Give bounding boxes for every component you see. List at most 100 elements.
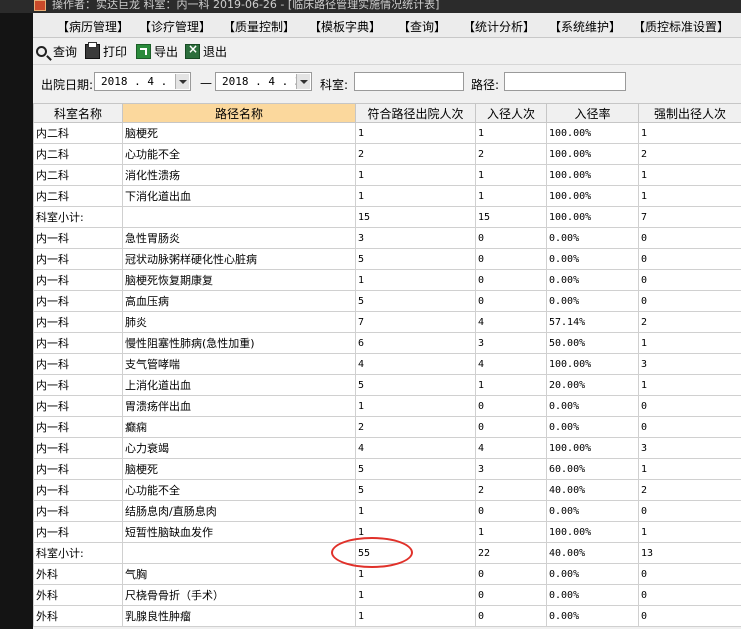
cell-forced-exit[interactable]: 0 <box>638 584 741 606</box>
cell-forced-exit[interactable]: 0 <box>638 416 741 438</box>
cell-enrollment-rate[interactable]: 0.00% <box>546 227 639 249</box>
cell-enrollment-rate[interactable]: 0.00% <box>546 500 639 522</box>
cell-enrolled[interactable]: 3 <box>475 332 547 354</box>
cell-pathway-name[interactable]: 气胸 <box>122 563 356 585</box>
cell-enrolled[interactable]: 0 <box>475 227 547 249</box>
cell-enrolled[interactable]: 1 <box>475 122 547 144</box>
cell-department[interactable]: 内一科 <box>33 248 123 270</box>
subtotal-row[interactable]: 科室小计: 55 22 40.00% 13 <box>33 542 741 564</box>
cell-department[interactable]: 内一科 <box>33 479 123 501</box>
cell-pathway-name[interactable]: 上消化道出血 <box>122 374 356 396</box>
cell-eligible-discharges[interactable]: 3 <box>355 227 476 249</box>
cell-enrollment-rate[interactable]: 100.00% <box>546 206 639 228</box>
menu-template-dictionary[interactable]: 【模板字典】 <box>309 18 381 35</box>
cell-eligible-discharges[interactable]: 1 <box>355 563 476 585</box>
cell-pathway-name[interactable]: 尺桡骨骨折（手术） <box>122 584 356 606</box>
cell-enrolled[interactable]: 4 <box>475 311 547 333</box>
cell-enrolled[interactable]: 0 <box>475 248 547 270</box>
cell-department[interactable]: 内二科 <box>33 143 123 165</box>
cell-enrolled[interactable]: 1 <box>475 185 547 207</box>
cell-forced-exit[interactable]: 0 <box>638 395 741 417</box>
cell-enrolled[interactable]: 15 <box>475 206 547 228</box>
cell-department[interactable]: 内一科 <box>33 416 123 438</box>
cell-enrolled[interactable]: 0 <box>475 269 547 291</box>
col-header-forced-exit[interactable]: 强制出径人次 <box>638 103 741 123</box>
cell-enrollment-rate[interactable]: 100.00% <box>546 143 639 165</box>
cell-pathway-name[interactable]: 脑梗死 <box>122 458 356 480</box>
col-header-pathway-name[interactable]: 路径名称 <box>122 103 356 123</box>
cell-forced-exit[interactable]: 0 <box>638 500 741 522</box>
cell-department[interactable]: 内一科 <box>33 395 123 417</box>
cell-enrolled[interactable]: 4 <box>475 437 547 459</box>
cell-enrollment-rate[interactable]: 20.00% <box>546 374 639 396</box>
cell-department[interactable]: 内一科 <box>33 227 123 249</box>
cell-department[interactable]: 内一科 <box>33 437 123 459</box>
cell-forced-exit[interactable]: 7 <box>638 206 741 228</box>
cell-department[interactable]: 内一科 <box>33 521 123 543</box>
query-button[interactable]: 查询 <box>36 43 77 59</box>
cell-pathway-name[interactable]: 乳腺良性肿瘤 <box>122 605 356 627</box>
cell-forced-exit[interactable]: 0 <box>638 563 741 585</box>
cell-department[interactable]: 外科 <box>33 584 123 606</box>
cell-enrolled[interactable]: 4 <box>475 353 547 375</box>
cell-department[interactable]: 内二科 <box>33 164 123 186</box>
cell-department[interactable]: 内二科 <box>33 122 123 144</box>
department-input[interactable] <box>354 72 464 91</box>
cell-forced-exit[interactable]: 1 <box>638 164 741 186</box>
cell-pathway-name[interactable]: 心力衰竭 <box>122 437 356 459</box>
cell-department[interactable]: 内一科 <box>33 458 123 480</box>
cell-eligible-discharges[interactable]: 15 <box>355 206 476 228</box>
table-row[interactable]: 外科 尺桡骨骨折（手术） 1 0 0.00% 0 <box>33 584 741 606</box>
cell-enrolled[interactable]: 1 <box>475 164 547 186</box>
table-row[interactable]: 内一科 脑梗死恢复期康复 1 0 0.00% 0 <box>33 269 741 291</box>
cell-department[interactable]: 内一科 <box>33 269 123 291</box>
cell-enrolled[interactable]: 3 <box>475 458 547 480</box>
pathway-input[interactable] <box>504 72 626 91</box>
cell-eligible-discharges[interactable]: 1 <box>355 269 476 291</box>
cell-enrollment-rate[interactable]: 0.00% <box>546 416 639 438</box>
cell-eligible-discharges[interactable]: 5 <box>355 479 476 501</box>
cell-pathway-name[interactable]: 冠状动脉粥样硬化性心脏病 <box>122 248 356 270</box>
cell-pathway-name[interactable] <box>122 206 356 228</box>
date-from-picker[interactable]: 2018 . 4 . 1 <box>94 72 191 91</box>
cell-pathway-name[interactable]: 胃溃疡伴出血 <box>122 395 356 417</box>
table-row[interactable]: 内二科 下消化道出血 1 1 100.00% 1 <box>33 185 741 207</box>
cell-eligible-discharges[interactable]: 1 <box>355 395 476 417</box>
cell-department[interactable]: 外科 <box>33 605 123 627</box>
cell-pathway-name[interactable]: 癫痫 <box>122 416 356 438</box>
table-row[interactable]: 内一科 短暂性脑缺血发作 1 1 100.00% 1 <box>33 521 741 543</box>
col-header-eligible-discharges[interactable]: 符合路径出院人次 <box>355 103 476 123</box>
cell-eligible-discharges[interactable]: 5 <box>355 248 476 270</box>
cell-forced-exit[interactable]: 13 <box>638 542 741 564</box>
table-row[interactable]: 内一科 心力衰竭 4 4 100.00% 3 <box>33 437 741 459</box>
cell-pathway-name[interactable] <box>122 542 356 564</box>
cell-enrolled[interactable]: 1 <box>475 521 547 543</box>
col-header-department[interactable]: 科室名称 <box>33 103 123 123</box>
cell-forced-exit[interactable]: 3 <box>638 353 741 375</box>
date-to-picker[interactable]: 2018 . 4 . 30 <box>215 72 312 91</box>
cell-eligible-discharges[interactable]: 1 <box>355 521 476 543</box>
cell-pathway-name[interactable]: 下消化道出血 <box>122 185 356 207</box>
cell-forced-exit[interactable]: 2 <box>638 143 741 165</box>
cell-enrollment-rate[interactable]: 100.00% <box>546 122 639 144</box>
cell-enrolled[interactable]: 0 <box>475 563 547 585</box>
cell-pathway-name[interactable]: 消化性溃疡 <box>122 164 356 186</box>
cell-forced-exit[interactable]: 3 <box>638 437 741 459</box>
cell-enrollment-rate[interactable]: 57.14% <box>546 311 639 333</box>
cell-enrolled[interactable]: 0 <box>475 416 547 438</box>
cell-department[interactable]: 内一科 <box>33 374 123 396</box>
cell-enrollment-rate[interactable]: 40.00% <box>546 542 639 564</box>
cell-forced-exit[interactable]: 1 <box>638 122 741 144</box>
menu-quality-control[interactable]: 【质量控制】 <box>223 18 295 35</box>
cell-enrolled[interactable]: 0 <box>475 290 547 312</box>
cell-eligible-discharges[interactable]: 6 <box>355 332 476 354</box>
cell-enrolled[interactable]: 0 <box>475 395 547 417</box>
cell-eligible-discharges[interactable]: 1 <box>355 500 476 522</box>
cell-department[interactable]: 内一科 <box>33 311 123 333</box>
table-row[interactable]: 内一科 胃溃疡伴出血 1 0 0.00% 0 <box>33 395 741 417</box>
cell-enrollment-rate[interactable]: 0.00% <box>546 395 639 417</box>
cell-enrollment-rate[interactable]: 0.00% <box>546 584 639 606</box>
table-row[interactable]: 内一科 高血压病 5 0 0.00% 0 <box>33 290 741 312</box>
cell-enrolled[interactable]: 22 <box>475 542 547 564</box>
table-row[interactable]: 内一科 脑梗死 5 3 60.00% 1 <box>33 458 741 480</box>
